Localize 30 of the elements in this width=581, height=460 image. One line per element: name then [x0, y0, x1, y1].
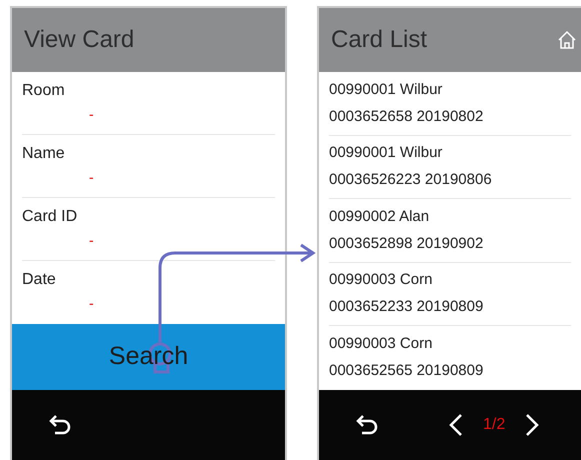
field-label: Date: [22, 270, 57, 290]
card-number-date-text: 00036526223 20190806: [329, 171, 493, 190]
card-holder-text: 00990003 Corn: [329, 271, 434, 290]
screen-title: Card List: [331, 25, 428, 55]
field-value: -: [89, 231, 94, 250]
card-number-date-text: 0003652565 20190809: [329, 362, 484, 380]
field-label: Name: [22, 144, 66, 164]
card-holder-text: 00990001 Wilbur: [329, 144, 444, 162]
field-value: -: [89, 294, 94, 313]
card-list-item[interactable]: 00990003 Corn 0003652565 20190809: [329, 326, 571, 390]
field-label: Room: [22, 81, 66, 101]
field-value: -: [89, 168, 94, 187]
card-holder-text: 00990003 Corn: [329, 335, 434, 354]
card-list-item[interactable]: 00990003 Corn 0003652233 20190809: [329, 262, 571, 326]
screen-title: View Card: [24, 25, 134, 55]
card-list-item[interactable]: 00990002 Alan 0003652898 20190902: [329, 199, 571, 262]
next-page-icon[interactable]: [525, 412, 540, 437]
card-number-date-text: 0003652658 20190802: [329, 108, 484, 126]
search-button[interactable]: Search: [12, 324, 285, 390]
card-holder-text: 00990001 Wilbur: [329, 80, 444, 99]
field-label: Card ID: [22, 207, 78, 227]
field-value: -: [89, 105, 94, 124]
card-number-date-text: 0003652898 20190902: [329, 234, 484, 253]
card-number-date-text: 0003652233 20190809: [329, 298, 484, 316]
card-list-item[interactable]: 00990001 Wilbur 00036526223 20190806: [329, 136, 571, 199]
page-indicator: 1/2: [483, 414, 506, 435]
card-list-item[interactable]: 00990001 Wilbur 0003652658 20190802: [329, 72, 571, 136]
home-icon[interactable]: [557, 30, 577, 50]
previous-page-icon[interactable]: [449, 412, 463, 437]
card-holder-text: 00990002 Alan: [329, 208, 430, 226]
